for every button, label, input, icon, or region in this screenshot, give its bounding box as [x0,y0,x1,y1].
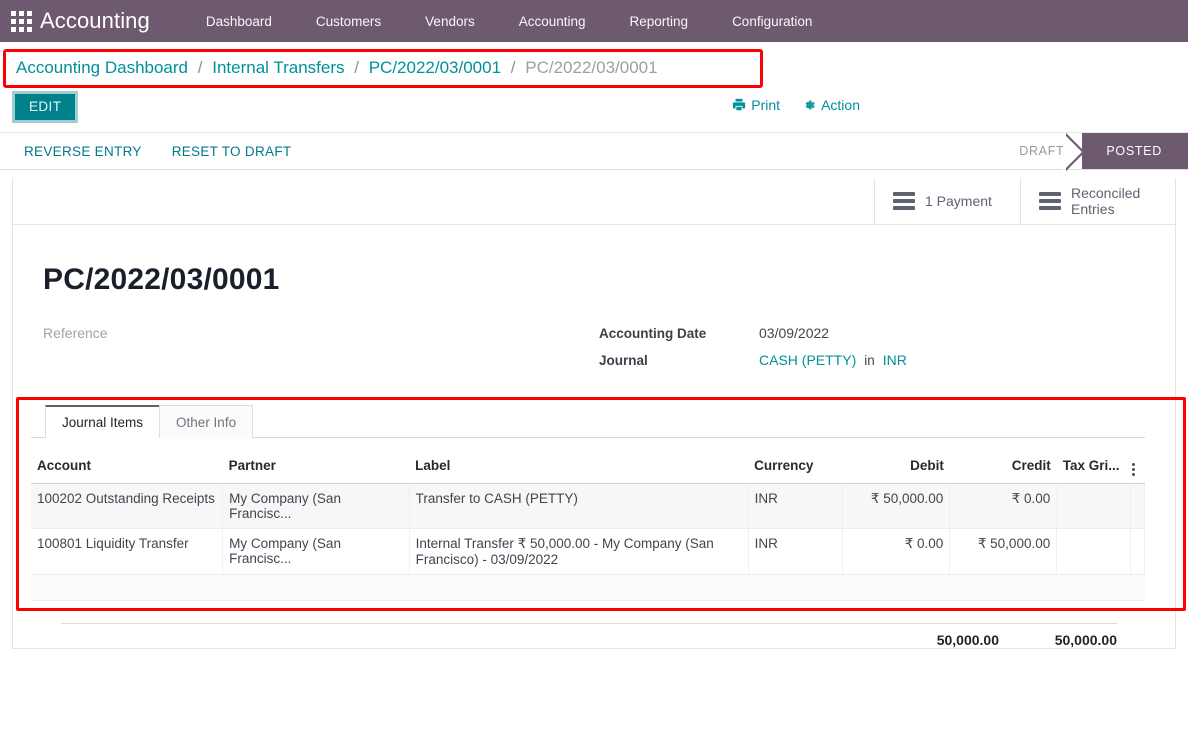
control-panel-actions: Print Action [732,97,860,113]
column-header-tax-grids[interactable]: Tax Gri... [1056,448,1131,484]
bars-icon [1039,192,1061,210]
journal-currency-value[interactable]: INR [883,352,907,368]
breadcrumb-item-accounting-dashboard[interactable]: Accounting Dashboard [16,58,188,77]
breadcrumb-item-pc-entry[interactable]: PC/2022/03/0001 [369,58,501,77]
breadcrumb-region: Accounting Dashboard / Internal Transfer… [0,42,1188,88]
table-row[interactable]: 100801 Liquidity Transfer My Company (Sa… [31,528,1146,575]
sheet-area: 1 Payment Reconciled Entries PC/2022/03/… [0,170,1188,649]
column-header-credit[interactable]: Credit [949,448,1057,484]
column-header-label[interactable]: Label [409,448,749,484]
breadcrumb-item-internal-transfers[interactable]: Internal Transfers [212,58,344,77]
reverse-entry-button[interactable]: REVERSE ENTRY [14,138,152,165]
notebook-tabs: Journal Items Other Info [31,405,1145,438]
smart-button-reconciled-entries[interactable]: Reconciled Entries [1020,178,1175,224]
field-journal: Journal CASH (PETTY) in INR [599,352,1145,368]
printer-icon [732,98,746,112]
journal-items-thead: Account Partner Label Currency Debit Cre… [31,448,1145,484]
print-button-label: Print [751,97,781,113]
breadcrumb-separator: / [354,58,359,77]
main-menu: Dashboard Customers Vendors Accounting R… [184,8,835,35]
total-credit: 50,000.00 [1054,632,1117,648]
cell-empty [31,574,1145,601]
cell-account[interactable]: 100801 Liquidity Transfer [31,528,224,575]
journal-in-text: in [864,353,875,368]
bars-icon [893,192,915,210]
form-column-right: Accounting Date 03/09/2022 Journal CASH … [591,325,1145,379]
notebook: Journal Items Other Info Account Partner… [16,397,1186,611]
app-brand-title[interactable]: Accounting [40,8,150,34]
journal-label: Journal [599,353,648,368]
menu-item-dashboard[interactable]: Dashboard [184,8,294,35]
breadcrumb-separator: / [510,58,516,77]
menu-item-configuration[interactable]: Configuration [710,8,834,35]
column-header-account[interactable]: Account [31,448,223,484]
menu-item-accounting[interactable]: Accounting [497,8,608,35]
sheet-body: PC/2022/03/0001 Reference Accounting Dat… [13,225,1186,648]
accounting-date-label: Accounting Date [599,326,707,341]
cell-debit[interactable]: ₹ 50,000.00 [842,483,951,529]
gear-icon [802,98,816,112]
menu-item-reporting[interactable]: Reporting [608,8,711,35]
cell-account[interactable]: 100202 Outstanding Receipts [31,483,224,529]
cell-row-spacer [1130,528,1146,575]
reset-to-draft-button[interactable]: RESET TO DRAFT [162,138,302,165]
top-navbar: Accounting Dashboard Customers Vendors A… [0,0,1188,42]
tab-other-info[interactable]: Other Info [159,405,254,438]
statusbar: REVERSE ENTRY RESET TO DRAFT DRAFT POSTE… [0,132,1188,171]
cell-currency[interactable]: INR [748,528,844,575]
reference-input[interactable]: Reference [43,325,591,341]
cell-tax-grids[interactable] [1056,528,1131,575]
menu-item-vendors[interactable]: Vendors [403,8,497,35]
column-header-currency[interactable]: Currency [748,448,843,484]
smart-button-payments[interactable]: 1 Payment [874,178,1020,224]
page-title: PC/2022/03/0001 [43,263,280,296]
cell-partner[interactable]: My Company (San Francisc... [222,483,410,529]
menu-item-customers[interactable]: Customers [294,8,403,35]
status-posted[interactable]: POSTED [1063,133,1188,171]
accounting-date-value[interactable]: 03/09/2022 [759,325,829,341]
journal-items-totals: 50,000.00 50,000.00 [61,623,1117,648]
cell-credit[interactable]: ₹ 0.00 [949,483,1058,529]
cell-label[interactable]: Transfer to CASH (PETTY) [409,483,749,529]
table-empty-row[interactable] [31,574,1145,601]
cell-debit[interactable]: ₹ 0.00 [842,528,951,575]
breadcrumb-separator: / [197,58,203,77]
breadcrumb-item-current: PC/2022/03/0001 [525,58,658,77]
smart-button-reconciled-entries-label: Reconciled Entries [1071,185,1141,217]
cell-tax-grids[interactable] [1056,483,1131,529]
apps-grid-icon[interactable] [6,6,36,36]
column-header-debit[interactable]: Debit [842,448,950,484]
status-pipeline: DRAFT POSTED [1001,133,1188,171]
field-accounting-date: Accounting Date 03/09/2022 [599,325,1145,341]
action-button-label: Action [821,97,860,113]
control-panel: EDIT Print Action [0,88,1188,132]
action-button[interactable]: Action [802,97,860,113]
journal-items-table: Account Partner Label Currency Debit Cre… [31,448,1146,601]
cell-credit[interactable]: ₹ 50,000.00 [949,528,1058,575]
smart-button-bar: 1 Payment Reconciled Entries [13,178,1175,225]
cell-partner[interactable]: My Company (San Francisc... [222,528,410,575]
edit-button[interactable]: EDIT [12,91,79,123]
cell-row-spacer [1130,483,1146,529]
column-options-icon[interactable] [1130,448,1145,484]
form-column-left: Reference [31,325,591,379]
form-sheet: 1 Payment Reconciled Entries PC/2022/03/… [12,178,1186,649]
table-row[interactable]: 100202 Outstanding Receipts My Company (… [31,483,1146,529]
tab-journal-items[interactable]: Journal Items [45,405,161,438]
vertical-dots-icon [1132,463,1136,476]
smart-button-payments-label: 1 Payment [925,193,992,209]
cell-label[interactable]: Internal Transfer ₹ 50,000.00 - My Compa… [409,528,749,575]
breadcrumb: Accounting Dashboard / Internal Transfer… [16,58,658,78]
column-header-partner[interactable]: Partner [222,448,410,484]
total-debit: 50,000.00 [936,632,999,648]
journal-items-tbody: 100202 Outstanding Receipts My Company (… [31,483,1146,601]
journal-value[interactable]: CASH (PETTY) [759,352,856,368]
table-header-row: Account Partner Label Currency Debit Cre… [31,448,1145,484]
print-button[interactable]: Print [732,97,780,113]
form-fields: Reference Accounting Date 03/09/2022 Jou… [31,325,1145,379]
cell-currency[interactable]: INR [748,483,844,529]
